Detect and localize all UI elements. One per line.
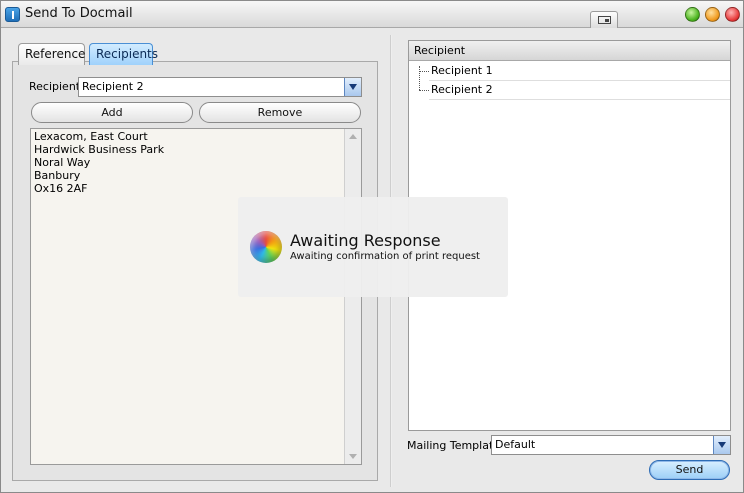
mailing-template-label: Mailing Template bbox=[407, 439, 501, 452]
tab-reference[interactable]: Reference bbox=[18, 43, 85, 65]
notification-title: Awaiting Response bbox=[290, 231, 441, 250]
tree-item-recipient-1[interactable]: Recipient 1 bbox=[429, 62, 730, 81]
tree-connector bbox=[419, 71, 429, 72]
address-line: Lexacom, East Court bbox=[34, 130, 148, 143]
tree-connector bbox=[419, 90, 429, 91]
address-line: Hardwick Business Park bbox=[34, 143, 165, 156]
add-button[interactable]: Add bbox=[31, 102, 193, 123]
title-bar: Send To Docmail bbox=[1, 1, 743, 28]
tab-recipients[interactable]: Recipients bbox=[89, 43, 158, 65]
app-icon bbox=[5, 7, 20, 22]
tree-connector bbox=[419, 66, 420, 90]
mailing-template-select[interactable]: Default bbox=[491, 435, 731, 455]
tree-column-header[interactable]: Recipient bbox=[409, 41, 730, 61]
window-mode-icon bbox=[598, 16, 611, 24]
send-button[interactable]: Send bbox=[649, 460, 730, 480]
recipient-select[interactable]: Recipient 2 bbox=[78, 77, 362, 97]
maximize-button[interactable] bbox=[685, 7, 700, 22]
notification-message: Awaiting confirmation of print request bbox=[290, 251, 480, 262]
mailing-template-value: Default bbox=[495, 438, 536, 451]
scroll-down-icon[interactable] bbox=[345, 448, 361, 464]
close-button[interactable] bbox=[725, 7, 740, 22]
send-to-docmail-window: Send To Docmail Reference Recipients Rec… bbox=[0, 0, 744, 493]
address-line: Banbury bbox=[34, 169, 81, 182]
tree-item-recipient-2[interactable]: Recipient 2 bbox=[429, 81, 730, 100]
minimize-button[interactable] bbox=[705, 7, 720, 22]
address-line: Noral Way bbox=[34, 156, 91, 169]
chevron-down-icon[interactable] bbox=[713, 436, 730, 454]
spinner-icon bbox=[250, 231, 282, 263]
address-line: Ox16 2AF bbox=[34, 182, 88, 195]
awaiting-response-notification: Awaiting Response Awaiting confirmation … bbox=[238, 197, 508, 297]
remove-button[interactable]: Remove bbox=[199, 102, 361, 123]
recipient-select-value: Recipient 2 bbox=[82, 80, 144, 93]
address-lines: Lexacom, East Court Hardwick Business Pa… bbox=[34, 130, 164, 195]
window-tool-button[interactable] bbox=[590, 11, 618, 28]
chevron-down-icon[interactable] bbox=[344, 78, 361, 96]
window-title: Send To Docmail bbox=[25, 6, 133, 21]
recipient-label: Recipient bbox=[29, 80, 81, 93]
scroll-up-icon[interactable] bbox=[345, 129, 361, 145]
